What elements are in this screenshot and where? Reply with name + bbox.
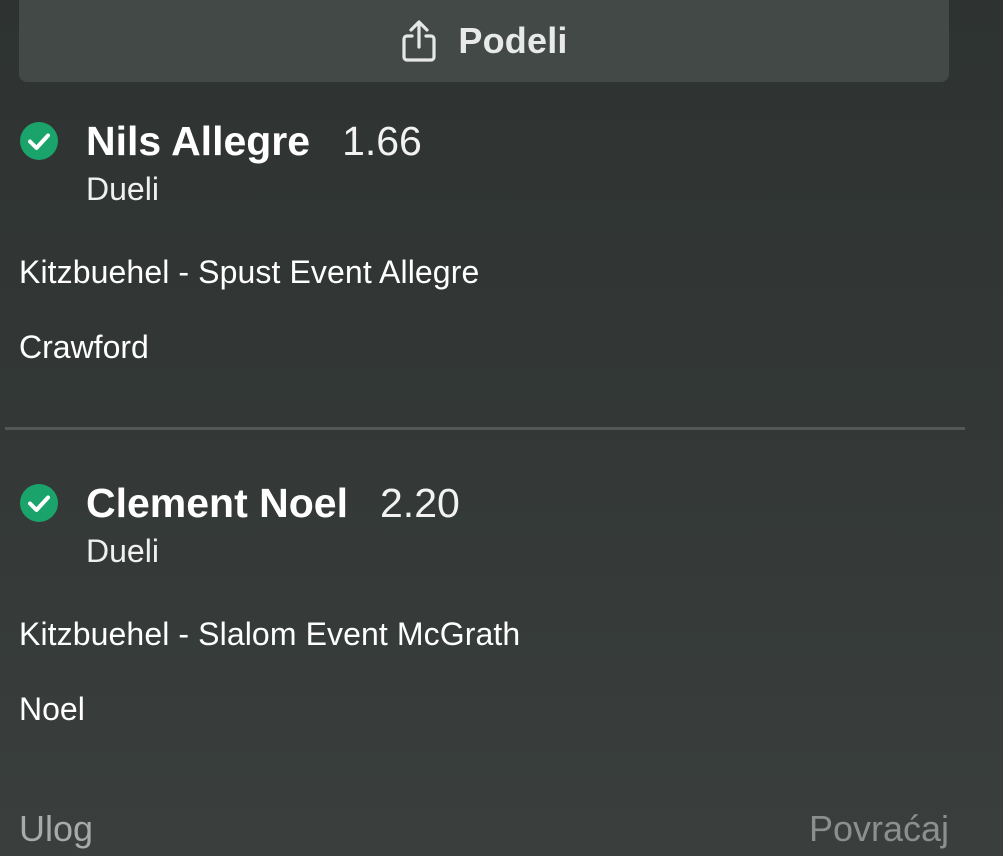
share-icon [400, 19, 438, 63]
bet-leg-header: Clement Noel 2.20 [19, 477, 949, 529]
selection-name: Nils Allegre [86, 117, 311, 164]
bet-leg: Clement Noel 2.20 Dueli Kitzbuehel - Sla… [19, 477, 949, 728]
share-button[interactable]: Podeli [19, 0, 949, 82]
market-name: Dueli [86, 533, 159, 569]
selection-name: Clement Noel [86, 479, 348, 526]
market-name: Dueli [86, 171, 159, 207]
event-detail: Crawford [19, 329, 149, 365]
share-label: Podeli [458, 20, 568, 61]
event-detail: Noel [19, 691, 85, 727]
check-circle-icon [19, 121, 59, 161]
bet-leg: Nils Allegre 1.66 Dueli Kitzbuehel - Spu… [19, 115, 949, 366]
return-label: Povraćaj [808, 808, 949, 849]
event-name: Kitzbuehel - Spust Event Allegre [19, 254, 480, 290]
bet-leg-header: Nils Allegre 1.66 [19, 115, 949, 167]
odds-value: 2.20 [380, 479, 460, 526]
stake-label: Ulog [19, 808, 94, 849]
odds-value: 1.66 [342, 117, 422, 164]
divider [5, 427, 965, 430]
event-name: Kitzbuehel - Slalom Event McGrath [19, 616, 521, 652]
check-circle-icon [19, 483, 59, 523]
